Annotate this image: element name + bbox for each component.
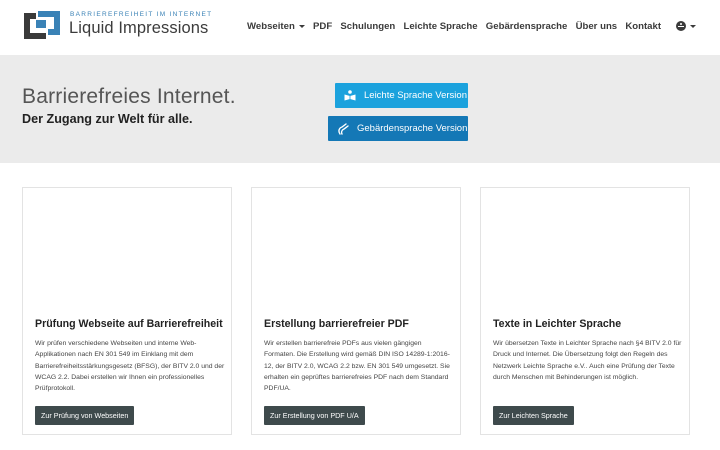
card-text: Wir erstellen barrierefreie PDFs aus vie… — [264, 340, 450, 393]
hero-title: Barrierefreies Internet. — [22, 85, 236, 108]
card-text: Wir übersetzen Texte in Leichter Sprache… — [493, 340, 682, 381]
logo-name: Liquid Impressions — [69, 19, 209, 37]
easy-language-button-label: Leichte Sprache Version — [364, 90, 467, 101]
nav-item-pdf[interactable]: PDF — [313, 21, 332, 32]
card-pdf-creation: Erstellung barrierefreier PDF Wir erstel… — [251, 187, 461, 435]
card-title: Prüfung Webseite auf Barrierefreiheit — [35, 318, 223, 330]
chevron-down-icon — [298, 24, 305, 28]
accessibility-menu[interactable] — [676, 21, 697, 31]
nav-item-gebaerdensprache[interactable]: Gebärdensprache — [486, 21, 568, 32]
website-testing-button[interactable]: Zur Prüfung von Webseiten — [35, 406, 135, 425]
logo[interactable]: BARRIEREFREIHEIT IM INTERNET Liquid Impr… — [22, 9, 211, 41]
easy-language-button[interactable]: Leichte Sprache Version — [335, 83, 468, 108]
nav-item-schulungen[interactable]: Schulungen — [340, 21, 395, 32]
main-nav: Webseiten PDF Schulungen Leichte Sprache… — [247, 0, 697, 52]
navbar: BARRIEREFREIHEIT IM INTERNET Liquid Impr… — [0, 0, 720, 52]
nav-item-label: Webseiten — [247, 20, 295, 32]
pdf-creation-button[interactable]: Zur Erstellung von PDF U/A — [264, 406, 365, 425]
card-title: Texte in Leichter Sprache — [493, 318, 622, 330]
sign-language-button-label: Gebärdensprache Version — [357, 123, 468, 134]
chevron-down-icon — [690, 24, 697, 28]
card-easy-language-texts: Texte in Leichter Sprache Wir übersetzen… — [480, 187, 690, 435]
sign-language-button[interactable]: Gebärdensprache Version — [328, 116, 468, 141]
hero-section: Barrierefreies Internet. Der Zugang zur … — [0, 55, 720, 163]
nav-item-ueber-uns[interactable]: Über uns — [576, 21, 618, 32]
logo-mark-icon — [24, 11, 60, 39]
book-icon — [343, 90, 357, 102]
card-title: Erstellung barrierefreier PDF — [264, 318, 409, 330]
sign-language-icon — [336, 122, 350, 135]
card-website-testing: Prüfung Webseite auf Barrierefreiheit Wi… — [22, 187, 232, 435]
accessibility-icon — [676, 21, 687, 31]
nav-item-webseiten[interactable]: Webseiten — [247, 21, 305, 32]
nav-item-leichte-sprache[interactable]: Leichte Sprache — [403, 21, 477, 32]
logo-tagline: BARRIEREFREIHEIT IM INTERNET — [70, 11, 213, 18]
card-text: Wir prüfen verschiedene Webseiten und in… — [35, 340, 225, 393]
easy-language-texts-button[interactable]: Zur Leichten Sprache — [493, 406, 574, 425]
hero-subtitle: Der Zugang zur Welt für alle. — [22, 112, 193, 126]
nav-item-kontakt[interactable]: Kontakt — [625, 21, 661, 32]
